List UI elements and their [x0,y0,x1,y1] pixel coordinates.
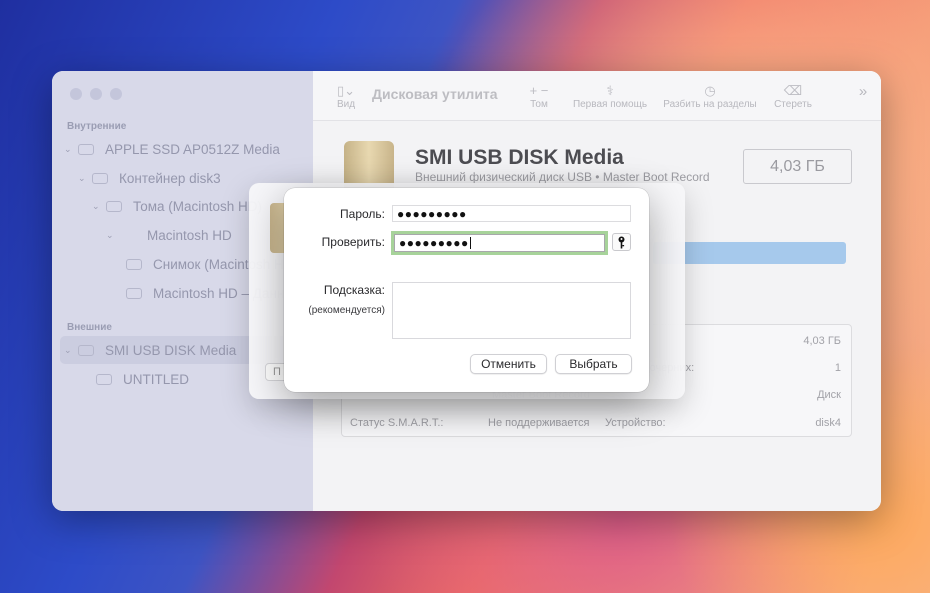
toolbar: ▯⌄ Вид Дисковая утилита + − Том ⚕ Первая… [313,71,881,121]
stethoscope-icon: ⚕ [606,83,614,98]
more-icon[interactable]: » [853,83,873,100]
text-caret [469,237,471,249]
verify-label: Проверить: [321,235,385,249]
sidebar-item-macintosh-hd[interactable]: ⌄ Macintosh HD [106,221,232,249]
sidebar-item-label: Контейнер disk3 [119,170,221,186]
sidebar-item-label: APPLE SSD AP0512Z Media [105,141,280,157]
hint-recommended-label: (рекомендуется) [308,305,385,316]
volume-icon [120,230,136,241]
sidebar-section-internal: Внутренние [67,121,127,132]
zoom-window-button[interactable] [110,88,122,100]
minimize-window-button[interactable] [90,88,102,100]
sidebar-item-container[interactable]: ⌄ Контейнер disk3 [78,164,221,192]
chevron-down-icon[interactable]: ⌄ [92,201,106,212]
password-dialog: Пароль: ●●●●●●●●● Проверить: ●●●●●●●●● П… [284,188,649,392]
first-aid-button[interactable]: ⚕ Первая помощь [570,83,650,110]
key-icon [618,236,625,248]
volume-group-icon [106,200,122,212]
view-button[interactable]: ▯⌄ Вид [331,83,361,110]
sidebar-toggle-icon: ▯⌄ [336,83,356,98]
size-value: 4,03 ГБ [803,335,841,347]
volume-button[interactable]: + − Том [519,83,559,110]
hint-textarea[interactable] [392,282,631,339]
sidebar-item-label: Тома (Macintosh HD) [133,198,263,214]
type-value: Диск [817,389,841,401]
volume-icon [96,373,112,385]
device-value: disk4 [815,417,841,429]
sidebar-section-external: Внешние [67,322,112,333]
disk-icon [126,287,142,299]
erase-button[interactable]: ⌫ Стереть [768,83,818,110]
eraser-icon: ⌫ [783,83,803,98]
chevron-down-icon[interactable]: ⌄ [64,345,78,356]
chevron-down-icon[interactable]: ⌄ [64,144,78,155]
chevron-down-icon[interactable]: ⌄ [106,230,120,241]
sidebar-item-volumes[interactable]: ⌄ Тома (Macintosh HD) [92,192,262,220]
device-label: Устройство: [605,417,666,429]
disk-icon [78,143,94,155]
children-value: 1 [834,362,841,374]
sidebar-item-apple-ssd[interactable]: ⌄ APPLE SSD AP0512Z Media [64,135,280,163]
password-assistant-button[interactable] [612,233,631,251]
sidebar-item-label: Macintosh HD [147,227,232,243]
window-title: Дисковая утилита [372,86,498,102]
sidebar-item-untitled[interactable]: UNTITLED [96,365,189,393]
smart-value: Не поддерживается [488,417,590,429]
password-label: Пароль: [340,207,385,221]
cancel-button[interactable]: Отменить [470,354,547,374]
chevron-down-icon[interactable]: ⌄ [78,173,92,184]
sidebar-item-label: SMI USB DISK Media [105,342,237,358]
disk-icon [126,258,142,270]
disk-name: SMI USB DISK Media [415,146,624,169]
container-icon [92,172,108,184]
pie-chart-icon: ◷ [704,83,716,98]
smart-label: Статус S.M.A.R.T.: [350,417,444,429]
disk-size-badge: 4,03 ГБ [743,149,852,184]
usb-disk-icon [78,344,94,356]
close-window-button[interactable] [70,88,82,100]
disk-subtitle: Внешний физический диск USB • Master Boo… [415,170,710,184]
verify-field[interactable]: ●●●●●●●●● [394,234,605,252]
partition-button[interactable]: ◷ Разбить на разделы [659,83,761,110]
sidebar-item-label: UNTITLED [123,371,190,387]
hint-label: Подсказка: [323,283,385,297]
window-controls [70,88,122,100]
plus-minus-icon: + − [529,83,549,98]
choose-button[interactable]: Выбрать [555,354,632,374]
password-field[interactable]: ●●●●●●●●● [392,205,631,222]
